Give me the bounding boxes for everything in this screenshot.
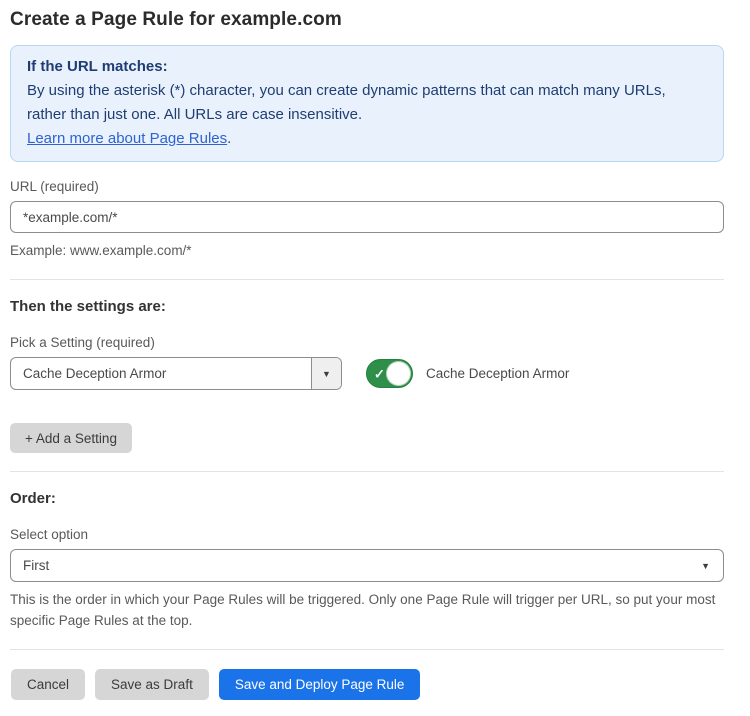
- url-label: URL (required): [10, 179, 724, 194]
- cancel-button[interactable]: Cancel: [11, 669, 85, 700]
- add-setting-button[interactable]: + Add a Setting: [10, 423, 132, 453]
- pick-setting-label: Pick a Setting (required): [10, 335, 724, 350]
- order-heading: Order:: [10, 490, 724, 507]
- url-match-info-box: If the URL matches: By using the asteris…: [10, 45, 724, 162]
- settings-heading: Then the settings are:: [10, 298, 724, 315]
- create-page-rule-form: Create a Page Rule for example.com If th…: [0, 0, 734, 716]
- divider: [10, 471, 724, 472]
- save-and-deploy-button[interactable]: Save and Deploy Page Rule: [219, 669, 421, 700]
- divider: [10, 649, 724, 650]
- info-box-link-line: Learn more about Page Rules.: [27, 127, 707, 151]
- info-box-body: By using the asterisk (*) character, you…: [27, 79, 707, 127]
- order-select-label: Select option: [10, 527, 724, 542]
- setting-toggle[interactable]: ✓: [366, 359, 413, 388]
- page-title: Create a Page Rule for example.com: [10, 9, 724, 31]
- url-hint: Example: www.example.com/*: [10, 240, 724, 261]
- order-select-value: First: [11, 558, 723, 573]
- toggle-knob: [386, 361, 411, 386]
- learn-more-link[interactable]: Learn more about Page Rules: [27, 130, 227, 147]
- info-box-heading: If the URL matches:: [27, 55, 707, 79]
- setting-select[interactable]: Cache Deception Armor ▼: [10, 357, 342, 390]
- divider: [10, 279, 724, 280]
- order-select[interactable]: First ▼: [10, 549, 724, 582]
- check-icon: ✓: [374, 367, 385, 380]
- link-suffix: .: [227, 130, 231, 147]
- setting-row: Cache Deception Armor ▼ ✓ Cache Deceptio…: [10, 357, 724, 390]
- setting-select-arrow-button[interactable]: ▼: [311, 358, 341, 389]
- setting-select-value: Cache Deception Armor: [11, 366, 311, 381]
- save-as-draft-button[interactable]: Save as Draft: [95, 669, 209, 700]
- url-input[interactable]: [10, 201, 724, 233]
- chevron-down-icon: ▼: [701, 561, 710, 571]
- order-hint: This is the order in which your Page Rul…: [10, 589, 724, 631]
- toggle-label: Cache Deception Armor: [426, 366, 569, 381]
- chevron-down-icon: ▼: [322, 369, 331, 379]
- footer-buttons: Cancel Save as Draft Save and Deploy Pag…: [10, 668, 724, 716]
